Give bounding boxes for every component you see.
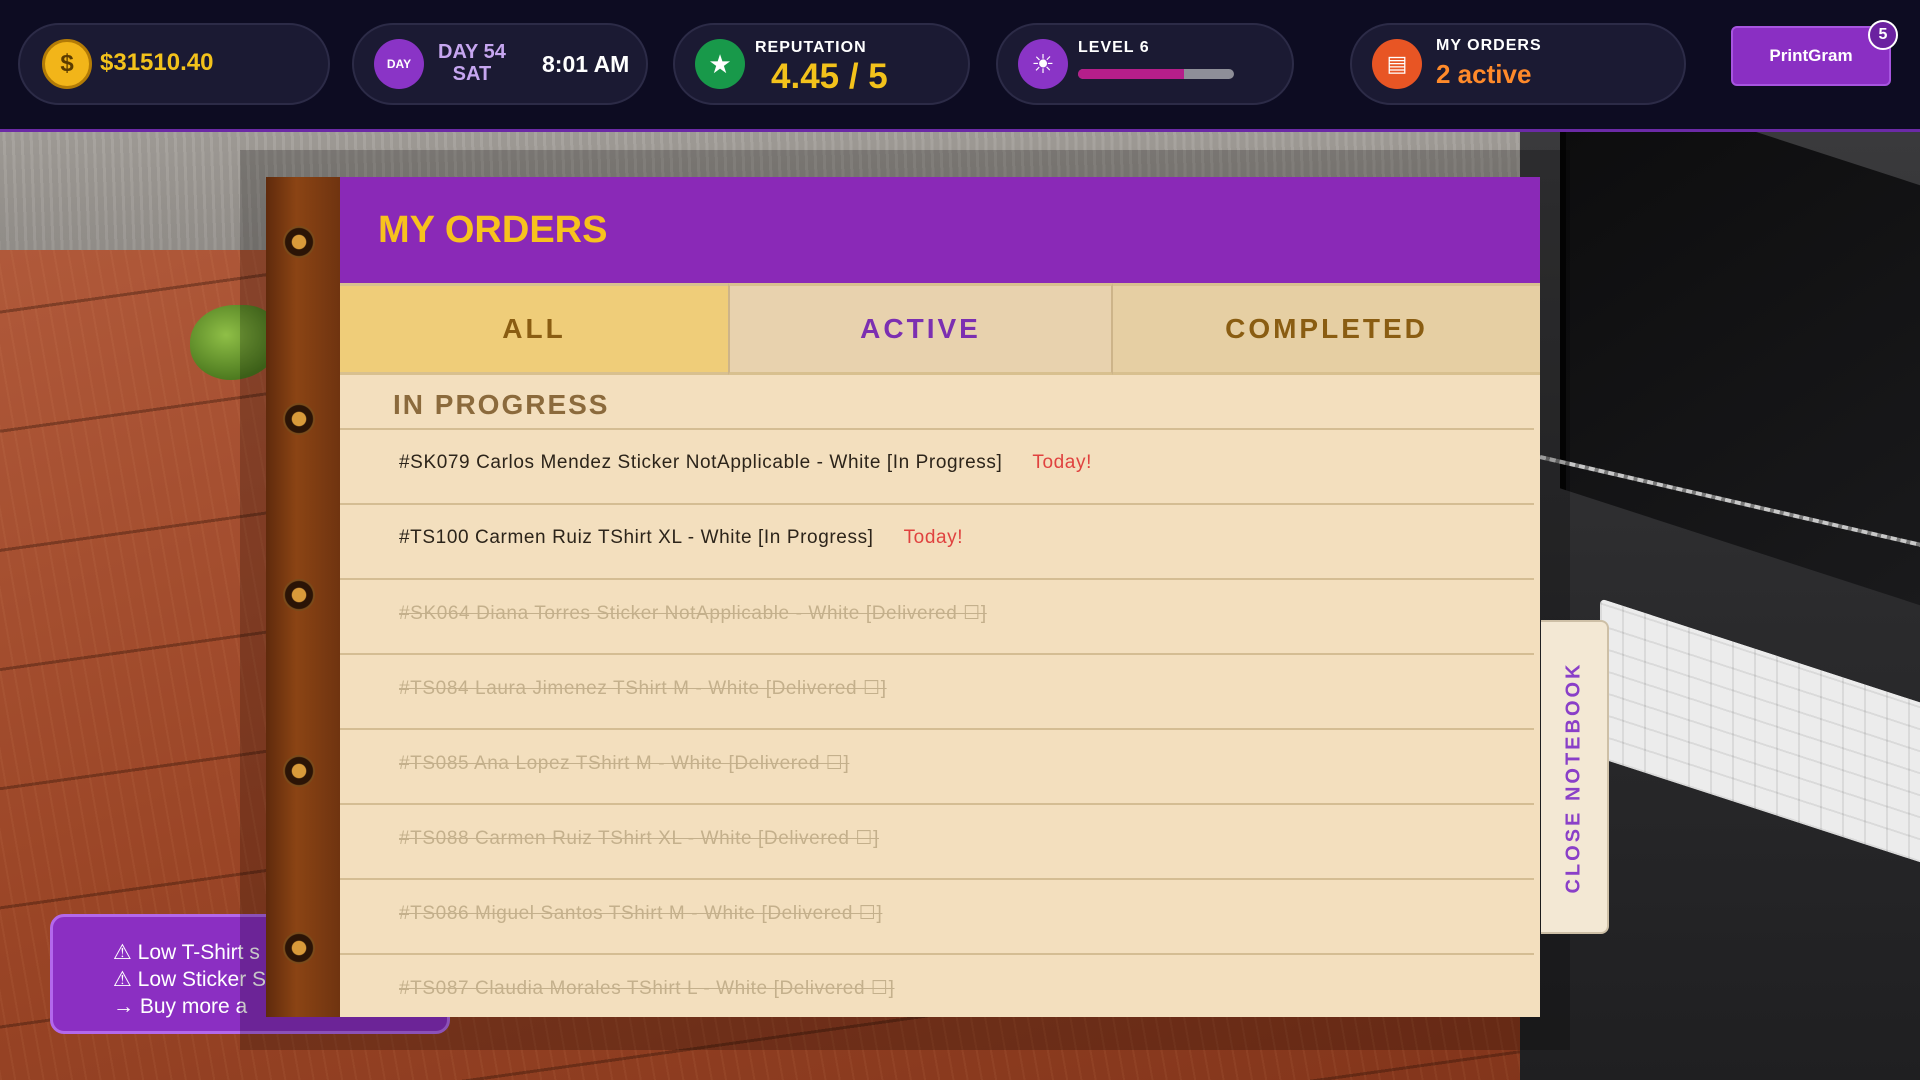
binder-ring: [283, 403, 315, 435]
printgram-button[interactable]: PrintGram: [1731, 26, 1891, 86]
order-row[interactable]: #TS086 Miguel Santos TShirt M - White [D…: [340, 880, 1534, 955]
money-panel: $ $31510.40: [18, 23, 330, 105]
order-details: #TS088 Carmen Ruiz TShirt XL - White [De…: [399, 828, 879, 849]
close-notebook-button[interactable]: CLOSE NOTEBOOK: [1541, 620, 1609, 934]
day-time-panel: DAY DAY 54 SAT 8:01 AM: [352, 23, 648, 105]
order-row[interactable]: #TS088 Carmen Ruiz TShirt XL - White [De…: [340, 805, 1534, 880]
order-details: #TS087 Claudia Morales TShirt L - White …: [399, 978, 895, 999]
order-row[interactable]: #TS085 Ana Lopez TShirt M - White [Deliv…: [340, 730, 1534, 805]
level-label: LEVEL 6: [1078, 39, 1150, 56]
money-value: $31510.40: [100, 49, 214, 76]
binder-ring: [283, 579, 315, 611]
tab-completed[interactable]: COMPLETED: [1113, 283, 1540, 375]
notebook-header: MY ORDERS: [340, 177, 1540, 283]
order-row[interactable]: #TS100 Carmen Ruiz TShirt XL - White [In…: [340, 505, 1534, 580]
order-details: #SK064 Diana Torres Sticker NotApplicabl…: [399, 603, 987, 624]
notebook-page: MY ORDERS ALL ACTIVE COMPLETED IN PROGRE…: [340, 177, 1540, 1017]
active-orders-count: 2 active: [1436, 59, 1532, 89]
reputation-label: REPUTATION: [755, 39, 867, 56]
level-panel: ☀ LEVEL 6: [996, 23, 1294, 105]
tab-all[interactable]: ALL: [340, 283, 728, 375]
level-progress-bar: [1078, 69, 1234, 79]
star-icon: ★: [695, 39, 745, 89]
order-details: #TS086 Miguel Santos TShirt M - White [D…: [399, 903, 883, 924]
clock-time: 8:01 AM: [542, 51, 630, 77]
section-title-in-progress: IN PROGRESS: [393, 389, 610, 420]
order-details: #SK079 Carlos Mendez Sticker NotApplicab…: [399, 452, 1003, 473]
day-number: DAY 54: [438, 41, 506, 63]
order-details: #TS100 Carmen Ruiz TShirt XL - White [In…: [399, 527, 874, 548]
top-hud: $ $31510.40 DAY DAY 54 SAT 8:01 AM ★ REP…: [0, 0, 1920, 132]
printgram-notification-badge: 5: [1868, 20, 1898, 50]
my-orders-label: MY ORDERS: [1436, 37, 1542, 54]
binder-ring: [283, 755, 315, 787]
orders-icon: ▤: [1372, 39, 1422, 89]
order-row[interactable]: #SK064 Diana Torres Sticker NotApplicabl…: [340, 580, 1534, 655]
notebook-title: MY ORDERS: [378, 209, 608, 251]
weekday: SAT: [452, 63, 492, 85]
day-icon: DAY: [374, 39, 424, 89]
binder-ring: [283, 226, 315, 258]
order-filter-tabs: ALL ACTIVE COMPLETED: [340, 283, 1540, 375]
order-details: #TS084 Laura Jimenez TShirt M - White [D…: [399, 678, 887, 699]
reputation-panel: ★ REPUTATION 4.45 / 5: [673, 23, 970, 105]
order-details: #TS085 Ana Lopez TShirt M - White [Deliv…: [399, 753, 850, 774]
day-label: DAY 54 SAT: [438, 41, 506, 85]
my-orders-panel[interactable]: ▤ MY ORDERS 2 active: [1350, 23, 1686, 105]
order-row[interactable]: #TS087 Claudia Morales TShirt L - White …: [340, 955, 1534, 1017]
coin-icon: $: [42, 39, 92, 89]
order-row[interactable]: #SK079 Carlos Mendez Sticker NotApplicab…: [340, 430, 1534, 505]
lightbulb-icon: ☀: [1018, 39, 1068, 89]
reputation-value: 4.45 / 5: [771, 57, 888, 96]
due-badge: Today!: [1032, 452, 1092, 473]
level-progress-fill: [1078, 69, 1185, 79]
order-row[interactable]: #TS084 Laura Jimenez TShirt M - White [D…: [340, 655, 1534, 730]
due-badge: Today!: [903, 527, 964, 548]
tab-active[interactable]: ACTIVE: [728, 283, 1113, 375]
close-notebook-label: CLOSE NOTEBOOK: [1562, 660, 1585, 894]
binder-ring: [283, 932, 315, 964]
